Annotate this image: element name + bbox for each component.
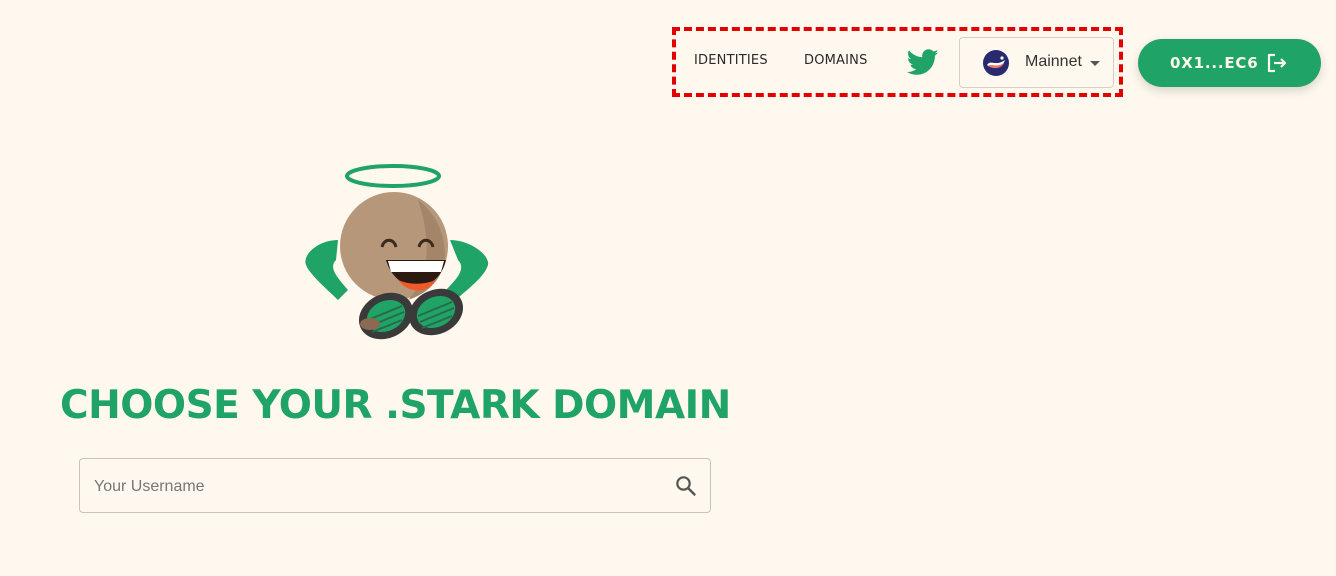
search-box[interactable] xyxy=(79,458,711,514)
nav-link-identities[interactable]: IDENTITIES xyxy=(694,53,768,68)
mascot-illustration xyxy=(298,160,494,346)
page-title: CHOOSE YOUR .STARK DOMAIN xyxy=(60,383,731,428)
username-search-input[interactable] xyxy=(92,459,656,514)
logout-icon xyxy=(1266,52,1288,74)
caret-down-icon xyxy=(1090,61,1100,66)
page: IDENTITIES DOMAINS Mainnet 0X1...EC6 CHO… xyxy=(0,0,1336,576)
search-icon[interactable] xyxy=(675,475,697,497)
starknet-logo-icon xyxy=(983,50,1009,76)
network-select-value: Mainnet xyxy=(1025,53,1082,70)
wallet-address-label: 0X1...EC6 xyxy=(1170,54,1259,72)
nav-link-domains[interactable]: DOMAINS xyxy=(804,53,868,68)
twitter-icon[interactable] xyxy=(906,49,939,76)
network-select[interactable]: Mainnet xyxy=(959,37,1114,88)
wallet-address-button[interactable]: 0X1...EC6 xyxy=(1138,39,1321,87)
